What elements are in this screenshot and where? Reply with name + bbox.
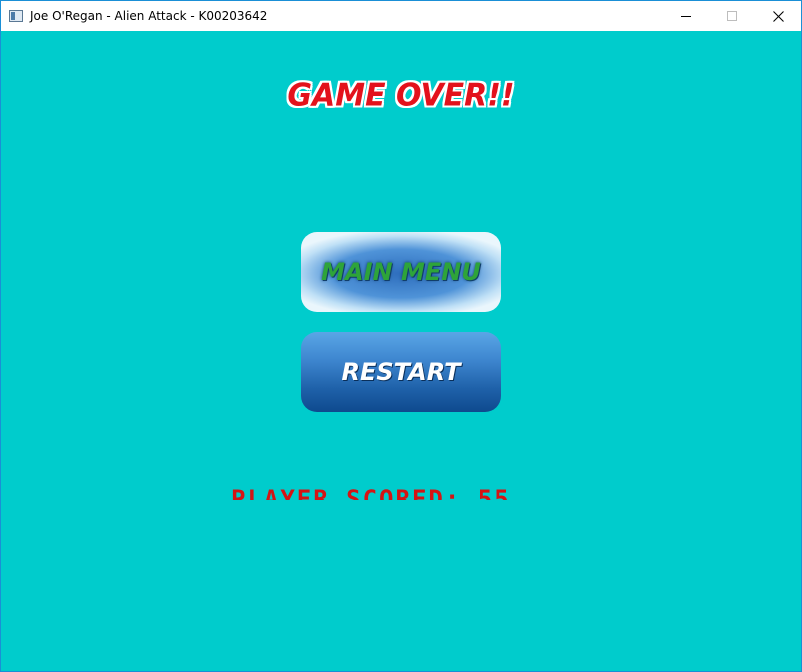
main-menu-button[interactable]: MAIN MENU xyxy=(301,232,501,312)
window-title: Joe O'Regan - Alien Attack - K00203642 xyxy=(30,9,268,23)
game-canvas: GAME OVER!! MAIN MENU RESTART PLAYER SCO… xyxy=(1,32,801,671)
close-button[interactable] xyxy=(755,1,801,31)
window-controls xyxy=(663,1,801,31)
score-label: PLAYER SCORED: xyxy=(231,486,462,500)
maximize-icon xyxy=(727,11,737,21)
minimize-button[interactable] xyxy=(663,1,709,31)
player-score: PLAYER SCORED: 55 xyxy=(231,486,576,500)
app-window: Joe O'Regan - Alien Attack - K00203642 G… xyxy=(0,0,802,672)
app-icon xyxy=(9,10,23,22)
game-over-heading: GAME OVER!! xyxy=(287,77,515,114)
restart-button[interactable]: RESTART xyxy=(301,332,501,412)
minimize-icon xyxy=(681,16,691,17)
title-bar[interactable]: Joe O'Regan - Alien Attack - K00203642 xyxy=(1,1,801,31)
close-icon xyxy=(772,10,784,22)
score-value: 55 xyxy=(477,486,511,500)
maximize-button[interactable] xyxy=(709,1,755,31)
